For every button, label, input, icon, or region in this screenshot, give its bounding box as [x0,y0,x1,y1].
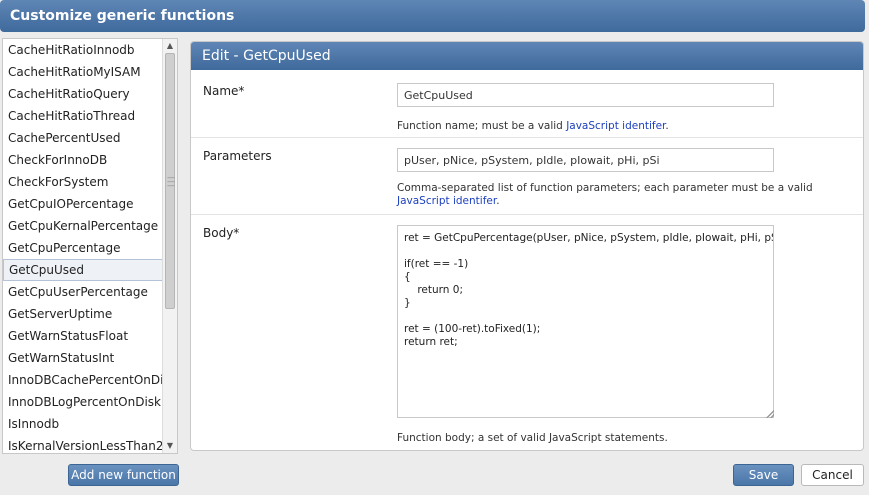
function-list-item[interactable]: CacheHitRatioQuery [3,83,163,105]
body-row: Body* ret = GetCpuPercentage(pUser, pNic… [191,215,863,450]
function-list-item[interactable]: CachePercentUsed [3,127,163,149]
function-list: CacheHitRatioInnodb CacheHitRatioMyISAM Ca… [3,39,163,453]
function-list-item[interactable]: CacheHitRatioMyISAM [3,61,163,83]
function-list-item[interactable]: GetCpuPercentage [3,237,163,259]
function-list-item[interactable]: GetCpuUsed [3,259,163,281]
window-title-bar: Customize generic functions [0,0,865,32]
parameters-label: Parameters [203,149,272,163]
scroll-grip-icon: — — — [167,173,175,190]
parameters-help-suffix: . [496,195,500,207]
function-list-item[interactable]: CacheHitRatioThread [3,105,163,127]
parameters-help-text: Comma-separated list of function paramet… [397,182,813,194]
edit-panel-header: Edit - GetCpuUsed [191,42,863,70]
function-list-item[interactable]: GetWarnStatusInt [3,347,163,369]
function-list-item[interactable]: IsInnodb [3,413,163,435]
parameters-input[interactable] [397,148,774,172]
function-list-item[interactable]: InnoDBLogPercentOnDisk [3,391,163,413]
scroll-up-arrow-icon[interactable]: ▲ [163,39,177,53]
name-help-link[interactable]: JavaScript identifer [566,120,665,132]
body-label: Body* [203,226,240,240]
function-list-item[interactable]: GetWarnStatusFloat [3,325,163,347]
parameters-help: Comma-separated list of function paramet… [397,182,837,208]
body-textarea[interactable]: ret = GetCpuPercentage(pUser, pNice, pSy… [397,225,774,418]
scroll-down-arrow-icon[interactable]: ▼ [163,439,177,453]
function-list-item[interactable]: GetCpuIOPercentage [3,193,163,215]
function-list-panel: CacheHitRatioInnodb CacheHitRatioMyISAM Ca… [2,38,178,454]
name-help: Function name; must be a valid JavaScrip… [397,120,837,133]
function-list-item[interactable]: GetCpuUserPercentage [3,281,163,303]
save-button[interactable]: Save [733,464,794,486]
name-row: Name* Function name; must be a valid Jav… [191,70,863,138]
function-list-item[interactable]: InnoDBCachePercentOnDisk [3,369,163,391]
add-new-function-button[interactable]: Add new function [68,464,179,486]
name-input[interactable] [397,83,774,107]
function-list-item[interactable]: IsKernalVersionLessThan2d [3,435,163,453]
edit-panel-title: Edit - GetCpuUsed [202,48,331,64]
body-help: Function body; a set of valid JavaScript… [397,432,668,444]
function-list-item[interactable]: CacheHitRatioInnodb [3,39,163,61]
textarea-resize-handle-icon[interactable] [766,410,774,418]
parameters-help-link[interactable]: JavaScript identifer [397,195,496,207]
function-list-item[interactable]: CheckForSystem [3,171,163,193]
parameters-row: Parameters Comma-separated list of funct… [191,138,863,215]
function-list-item[interactable]: GetCpuKernalPercentage [3,215,163,237]
name-help-text: Function name; must be a valid [397,120,567,132]
function-list-item[interactable]: GetServerUptime [3,303,163,325]
function-list-item[interactable]: CheckForInnoDB [3,149,163,171]
function-list-scrollbar[interactable]: ▲ — — — ▼ [162,39,177,453]
cancel-button[interactable]: Cancel [801,464,864,486]
scrollbar-thumb[interactable]: — — — [165,53,175,309]
name-help-suffix: . [665,120,669,132]
name-label: Name* [203,84,245,98]
window-title: Customize generic functions [10,8,235,24]
edit-function-panel: Edit - GetCpuUsed Name* Function name; m… [190,41,864,451]
